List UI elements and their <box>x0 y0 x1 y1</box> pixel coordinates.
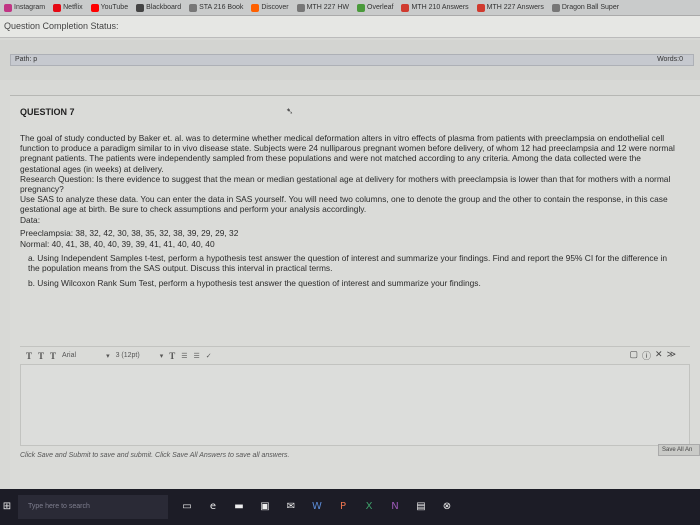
normal-data: Normal: 40, 41, 38, 40, 40, 39, 39, 41, … <box>20 239 215 250</box>
bookmark-item[interactable]: MTH 210 Answers <box>397 3 472 12</box>
xbox-icon[interactable]: ⊗ <box>440 500 454 514</box>
research-question: Research Question: Is there evidence to … <box>20 173 671 195</box>
bookmark-favicon-icon <box>551 3 560 12</box>
chevron-down-icon[interactable]: ▾ <box>106 352 110 360</box>
bookmark-favicon-icon <box>476 3 485 12</box>
info-icon[interactable]: ⓘ <box>642 349 651 362</box>
excel-icon[interactable]: X <box>362 500 376 514</box>
save-all-answers-button[interactable]: Save All An <box>658 444 700 456</box>
bookmark-label: Netflix <box>63 4 83 11</box>
bookmark-label: Overleaf <box>367 4 394 11</box>
bookmark-favicon-icon <box>53 3 62 12</box>
text-color-button[interactable]: T <box>169 351 175 361</box>
bookmark-item[interactable]: MTH 227 Answers <box>473 3 548 12</box>
bookmarks-bar: Instagram Netflix YouTube Blackboard STA 216… <box>0 0 700 16</box>
word-count: Words:0 <box>657 56 683 63</box>
bookmark-label: Discover <box>261 4 289 11</box>
bookmark-favicon-icon <box>90 3 99 12</box>
fullscreen-icon[interactable]: ✕ <box>655 349 663 362</box>
file-explorer-icon[interactable]: ▬ <box>232 500 246 514</box>
bullet-list-icon[interactable]: ☰ <box>181 352 187 360</box>
bookmark-favicon-icon <box>296 3 305 12</box>
taskbar-search-input[interactable]: Type here to search <box>18 495 168 519</box>
app-icon[interactable]: ▤ <box>414 500 428 514</box>
editor-toolbar: T T T Arial ▾ 3 (12pt) ▾ T ☰ ☰ ✓ ▢ ⓘ ✕ ≫ <box>20 346 690 364</box>
task-view-icon[interactable]: ▭ <box>180 500 194 514</box>
html-icon[interactable]: ▢ <box>630 349 639 362</box>
font-family-select[interactable]: Arial <box>62 352 76 359</box>
word-icon[interactable]: W <box>310 500 324 514</box>
bookmark-item[interactable]: YouTube <box>87 3 133 12</box>
bookmark-label: MTH 210 Answers <box>411 4 469 11</box>
save-instructions: Click Save and Submit to save and submit… <box>20 452 290 459</box>
bookmark-favicon-icon <box>189 3 198 12</box>
underline-button[interactable]: T <box>50 351 56 361</box>
part-a: a. Using Independent Samples t-test, per… <box>28 253 668 274</box>
status-label: Question Completion Status: <box>4 21 119 31</box>
bookmark-label: MTH 227 Answers <box>486 4 544 11</box>
question-paragraph: The goal of study conducted by Baker et.… <box>20 133 675 174</box>
font-size-select[interactable]: 3 (12pt) <box>116 352 140 359</box>
powerpoint-icon[interactable]: P <box>336 500 350 514</box>
bookmark-item[interactable]: Discover <box>247 3 292 12</box>
bold-button[interactable]: T <box>26 351 32 361</box>
sas-instructions: Use SAS to analyze these data. You can e… <box>20 194 668 215</box>
bookmark-item[interactable]: Dragon Ball Super <box>548 3 623 12</box>
question-completion-status: Question Completion Status: <box>0 16 700 38</box>
answer-text-editor[interactable] <box>20 364 690 446</box>
mail-icon[interactable]: ✉ <box>284 500 298 514</box>
bookmark-favicon-icon <box>251 3 260 12</box>
edge-browser-icon[interactable]: e <box>206 500 220 514</box>
question-panel: QUESTION 7 ➷ The goal of study conducted… <box>10 95 700 510</box>
italic-button[interactable]: T <box>38 351 44 361</box>
bookmark-item[interactable]: MTH 227 HW <box>293 3 353 12</box>
question-title: QUESTION 7 <box>20 107 75 117</box>
bookmark-item[interactable]: Blackboard <box>132 3 185 12</box>
bookmark-label: Instagram <box>14 4 46 11</box>
mouse-cursor-icon: ➷ <box>286 107 294 117</box>
store-icon[interactable]: ▣ <box>258 500 272 514</box>
bookmark-label: MTH 227 HW <box>306 4 349 11</box>
bookmark-label: STA 216 Book <box>199 4 244 11</box>
bookmark-label: YouTube <box>100 4 129 11</box>
bookmark-favicon-icon <box>136 3 145 12</box>
spellcheck-icon[interactable]: ✓ <box>206 352 212 360</box>
data-heading: Data: <box>20 214 41 225</box>
previous-answer-editor: Path: p Words:0 <box>0 40 700 80</box>
bookmark-favicon-icon <box>401 3 410 12</box>
toolbar-right-group: ▢ ⓘ ✕ ≫ <box>630 349 677 362</box>
preeclampsia-data: Preeclampsia: 38, 32, 42, 30, 38, 35, 32… <box>20 227 239 238</box>
path-status-row: Path: p Words:0 <box>10 54 694 66</box>
bookmark-label: Dragon Ball Super <box>561 4 620 11</box>
windows-start-icon[interactable]: ⊞ <box>0 500 14 514</box>
taskbar: ⊞ Type here to search ▭ e ▬ ▣ ✉ W P X N … <box>0 489 700 525</box>
part-b: b. Using Wilcoxon Rank Sum Test, perform… <box>28 277 481 288</box>
bookmark-item[interactable]: Instagram <box>0 3 49 12</box>
expand-icon[interactable]: ≫ <box>667 349 676 362</box>
path-label: Path: p <box>15 56 38 63</box>
question-body: The goal of study conducted by Baker et.… <box>20 133 675 288</box>
bookmark-item[interactable]: STA 216 Book <box>185 3 247 12</box>
onenote-icon[interactable]: N <box>388 500 402 514</box>
bookmark-label: Blackboard <box>146 4 182 11</box>
numbered-list-icon[interactable]: ☰ <box>194 352 200 360</box>
bookmark-favicon-icon <box>357 3 365 12</box>
chevron-down-icon[interactable]: ▾ <box>160 352 164 360</box>
bookmark-item[interactable]: Overleaf <box>353 3 397 12</box>
bookmark-item[interactable]: Netflix <box>49 3 86 12</box>
bookmark-favicon-icon <box>4 3 12 12</box>
